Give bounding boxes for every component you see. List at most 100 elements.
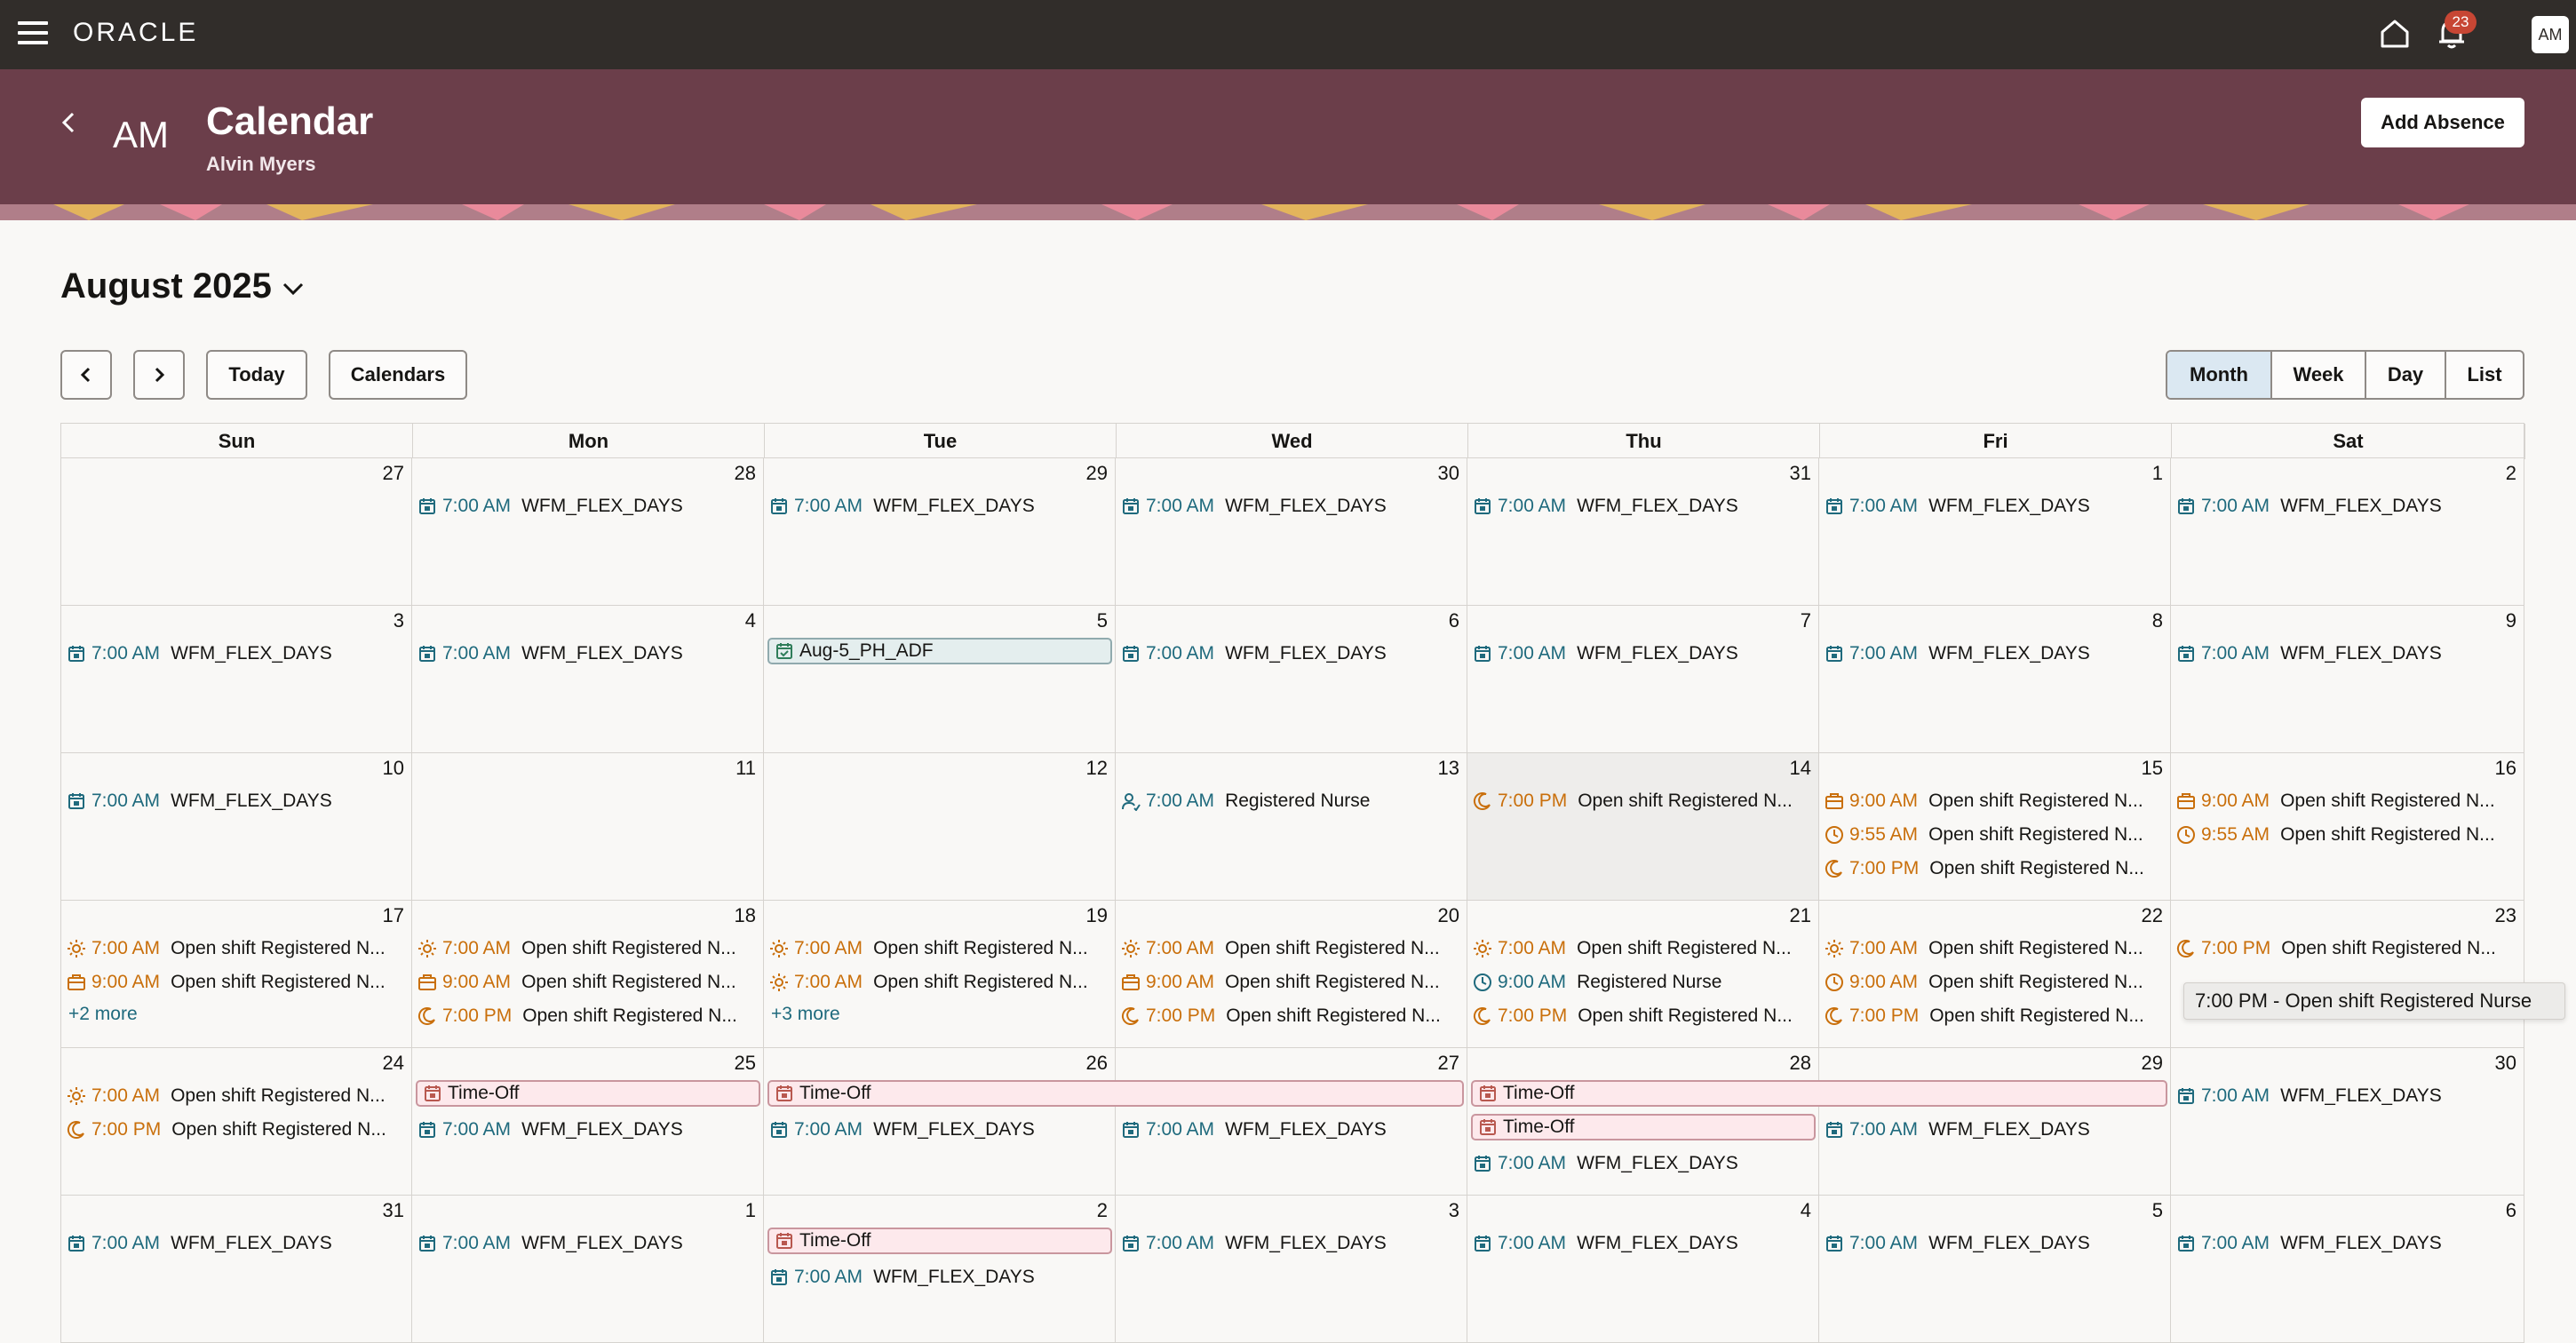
time-off-event[interactable]: Time-Off bbox=[416, 1080, 760, 1107]
day-number[interactable]: 30 bbox=[1438, 462, 1459, 485]
calendar-event[interactable]: 7:00 PM Open shift Registered N... bbox=[2176, 934, 2520, 963]
day-number[interactable]: 15 bbox=[2142, 757, 2163, 780]
day-number[interactable]: 1 bbox=[745, 1199, 756, 1222]
day-cell[interactable]: 19 7:00 AM Open shift Registered N... 7:00 … bbox=[764, 901, 1116, 1048]
day-cell[interactable]: 5 7:00 AM WFM_FLEX_DAYS bbox=[1819, 1196, 2171, 1343]
day-number[interactable]: 16 bbox=[2495, 757, 2516, 780]
calendar-event[interactable]: 7:00 AM Open shift Registered N... bbox=[769, 934, 1111, 963]
day-cell[interactable]: 27 bbox=[60, 458, 412, 606]
calendars-button[interactable]: Calendars bbox=[329, 350, 467, 400]
day-number[interactable]: 27 bbox=[1438, 1052, 1459, 1075]
calendar-event[interactable]: 7:00 AM WFM_FLEX_DAYS bbox=[1825, 492, 2167, 521]
day-cell[interactable]: 12 bbox=[764, 753, 1116, 901]
calendar-event[interactable]: 7:00 AM WFM_FLEX_DAYS bbox=[1825, 1116, 2167, 1144]
calendar-event[interactable]: 7:00 AM WFM_FLEX_DAYS bbox=[1121, 1116, 1463, 1144]
calendar-event[interactable]: 7:00 AM WFM_FLEX_DAYS bbox=[67, 640, 408, 668]
day-cell[interactable]: 4 7:00 AM WFM_FLEX_DAYS bbox=[1467, 1196, 1819, 1343]
calendar-event[interactable]: 7:00 AM WFM_FLEX_DAYS bbox=[2176, 1229, 2520, 1258]
day-number[interactable]: 27 bbox=[383, 462, 404, 485]
calendar-event[interactable]: 7:00 AM Open shift Registered N... bbox=[769, 968, 1111, 997]
calendar-event[interactable]: 7:00 AM WFM_FLEX_DAYS bbox=[1473, 640, 1815, 668]
day-cell[interactable]: 1 7:00 AM WFM_FLEX_DAYS bbox=[412, 1196, 764, 1343]
day-cell[interactable]: 31 7:00 AM WFM_FLEX_DAYS bbox=[1467, 458, 1819, 606]
day-cell[interactable]: 1 7:00 AM WFM_FLEX_DAYS bbox=[1819, 458, 2171, 606]
view-month-button[interactable]: Month bbox=[2167, 352, 2272, 398]
calendar-event[interactable]: 7:00 AM WFM_FLEX_DAYS bbox=[417, 1116, 759, 1144]
calendar-event[interactable]: 7:00 AM WFM_FLEX_DAYS bbox=[1473, 492, 1815, 521]
calendar-event[interactable]: 9:00 AM Open shift Registered N... bbox=[67, 968, 408, 997]
day-cell[interactable]: 2 7:00 AM WFM_FLEX_DAYS bbox=[764, 1196, 1116, 1343]
calendar-event[interactable]: 7:00 PM Open shift Registered N... bbox=[1473, 787, 1815, 815]
day-number[interactable]: 9 bbox=[2506, 609, 2516, 632]
calendar-event[interactable]: 7:00 AM Open shift Registered N... bbox=[67, 934, 408, 963]
day-cell[interactable]: 3 7:00 AM WFM_FLEX_DAYS bbox=[1116, 1196, 1467, 1343]
calendar-event[interactable]: 9:55 AM Open shift Registered N... bbox=[1825, 821, 2167, 849]
calendar-event[interactable]: 7:00 PM Open shift Registered N... bbox=[67, 1116, 408, 1144]
home-icon[interactable] bbox=[2377, 16, 2413, 52]
calendar-event[interactable]: 7:00 AM Open shift Registered N... bbox=[1825, 934, 2167, 963]
calendar-event[interactable]: 7:00 AM WFM_FLEX_DAYS bbox=[1473, 1229, 1815, 1258]
day-cell[interactable]: 26 7:00 AM WFM_FLEX_DAYS bbox=[764, 1048, 1116, 1196]
day-number[interactable]: 6 bbox=[2506, 1199, 2516, 1222]
day-cell[interactable]: 6 7:00 AM WFM_FLEX_DAYS bbox=[1116, 606, 1467, 753]
holiday-event[interactable]: Aug-5_PH_ADF bbox=[767, 638, 1112, 664]
calendar-event[interactable]: 9:00 AM Registered Nurse bbox=[1473, 968, 1815, 997]
day-number[interactable]: 4 bbox=[1801, 1199, 1811, 1222]
day-cell[interactable]: 20 7:00 AM Open shift Registered N... 9:00 … bbox=[1116, 901, 1467, 1048]
calendar-event[interactable]: 7:00 AM WFM_FLEX_DAYS bbox=[2176, 1082, 2520, 1110]
calendar-event[interactable]: 7:00 AM WFM_FLEX_DAYS bbox=[1825, 1229, 2167, 1258]
day-number[interactable]: 12 bbox=[1086, 757, 1108, 780]
time-off-event[interactable]: Time-Off bbox=[1471, 1080, 2167, 1107]
day-cell[interactable]: 25 7:00 AM WFM_FLEX_DAYS bbox=[412, 1048, 764, 1196]
calendar-event[interactable]: 7:00 PM Open shift Registered N... bbox=[1825, 1002, 2167, 1030]
day-cell[interactable]: 31 7:00 AM WFM_FLEX_DAYS bbox=[60, 1196, 412, 1343]
day-cell[interactable]: 17 7:00 AM Open shift Registered N... 9:00 … bbox=[60, 901, 412, 1048]
calendar-event[interactable]: 7:00 AM WFM_FLEX_DAYS bbox=[417, 1229, 759, 1258]
day-cell[interactable]: 23 7:00 PM Open shift Registered N... bbox=[2171, 901, 2524, 1048]
day-cell[interactable]: 2 7:00 AM WFM_FLEX_DAYS bbox=[2171, 458, 2524, 606]
day-cell[interactable]: 5 bbox=[764, 606, 1116, 753]
day-cell[interactable]: 4 7:00 AM WFM_FLEX_DAYS bbox=[412, 606, 764, 753]
day-number[interactable]: 13 bbox=[1438, 757, 1459, 780]
day-number[interactable]: 28 bbox=[735, 462, 756, 485]
day-cell[interactable]: 7 7:00 AM WFM_FLEX_DAYS bbox=[1467, 606, 1819, 753]
day-cell[interactable]: 8 7:00 AM WFM_FLEX_DAYS bbox=[1819, 606, 2171, 753]
day-number[interactable]: 23 bbox=[2495, 904, 2516, 927]
day-cell[interactable]: 15 9:00 AM Open shift Registered N... 9:55 … bbox=[1819, 753, 2171, 901]
day-number[interactable]: 6 bbox=[1449, 609, 1459, 632]
day-number[interactable]: 30 bbox=[2495, 1052, 2516, 1075]
calendar-event[interactable]: 7:00 AM WFM_FLEX_DAYS bbox=[2176, 640, 2520, 668]
calendar-event[interactable]: 7:00 AM WFM_FLEX_DAYS bbox=[769, 1116, 1111, 1144]
calendar-event[interactable]: 9:00 AM Open shift Registered N... bbox=[2176, 787, 2520, 815]
day-cell[interactable]: 27 7:00 AM WFM_FLEX_DAYS bbox=[1116, 1048, 1467, 1196]
day-number[interactable]: 31 bbox=[1790, 462, 1811, 485]
day-cell[interactable]: 14 7:00 PM Open shift Registered N... bbox=[1467, 753, 1819, 901]
calendar-event[interactable]: 7:00 AM WFM_FLEX_DAYS bbox=[67, 1229, 408, 1258]
calendar-event[interactable]: 9:00 AM Open shift Registered N... bbox=[1825, 787, 2167, 815]
chevron-down-icon[interactable] bbox=[279, 277, 307, 300]
day-number[interactable]: 2 bbox=[1097, 1199, 1108, 1222]
day-cell[interactable]: 6 7:00 AM WFM_FLEX_DAYS bbox=[2171, 1196, 2524, 1343]
calendar-event[interactable]: 7:00 AM WFM_FLEX_DAYS bbox=[67, 787, 408, 815]
calendar-event[interactable]: 7:00 PM Open shift Registered N... bbox=[1121, 1002, 1463, 1030]
time-off-event[interactable]: Time-Off bbox=[767, 1228, 1112, 1254]
time-off-event[interactable]: Time-Off bbox=[1471, 1114, 1816, 1140]
day-number[interactable]: 22 bbox=[2142, 904, 2163, 927]
calendar-event[interactable]: 9:55 AM Open shift Registered N... bbox=[2176, 821, 2520, 849]
month-selector[interactable]: August 2025 bbox=[60, 266, 272, 306]
calendar-event[interactable]: 7:00 PM Open shift Registered N... bbox=[1825, 854, 2167, 883]
calendar-event[interactable]: 7:00 AM Open shift Registered N... bbox=[67, 1082, 408, 1110]
day-cell[interactable]: 30 7:00 AM WFM_FLEX_DAYS bbox=[2171, 1048, 2524, 1196]
previous-month-button[interactable] bbox=[60, 350, 112, 400]
day-number[interactable]: 25 bbox=[735, 1052, 756, 1075]
today-button[interactable]: Today bbox=[206, 350, 307, 400]
user-avatar[interactable]: AM bbox=[2532, 16, 2569, 53]
day-cell[interactable]: 11 bbox=[412, 753, 764, 901]
day-cell[interactable]: 18 7:00 AM Open shift Registered N... 9:00 … bbox=[412, 901, 764, 1048]
day-number[interactable]: 8 bbox=[2152, 609, 2163, 632]
day-cell[interactable]: 21 7:00 AM Open shift Registered N... 9:00 … bbox=[1467, 901, 1819, 1048]
day-number[interactable]: 26 bbox=[1086, 1052, 1108, 1075]
day-number[interactable]: 24 bbox=[383, 1052, 404, 1075]
day-number[interactable]: 17 bbox=[383, 904, 404, 927]
time-off-event[interactable]: Time-Off bbox=[767, 1080, 1464, 1107]
